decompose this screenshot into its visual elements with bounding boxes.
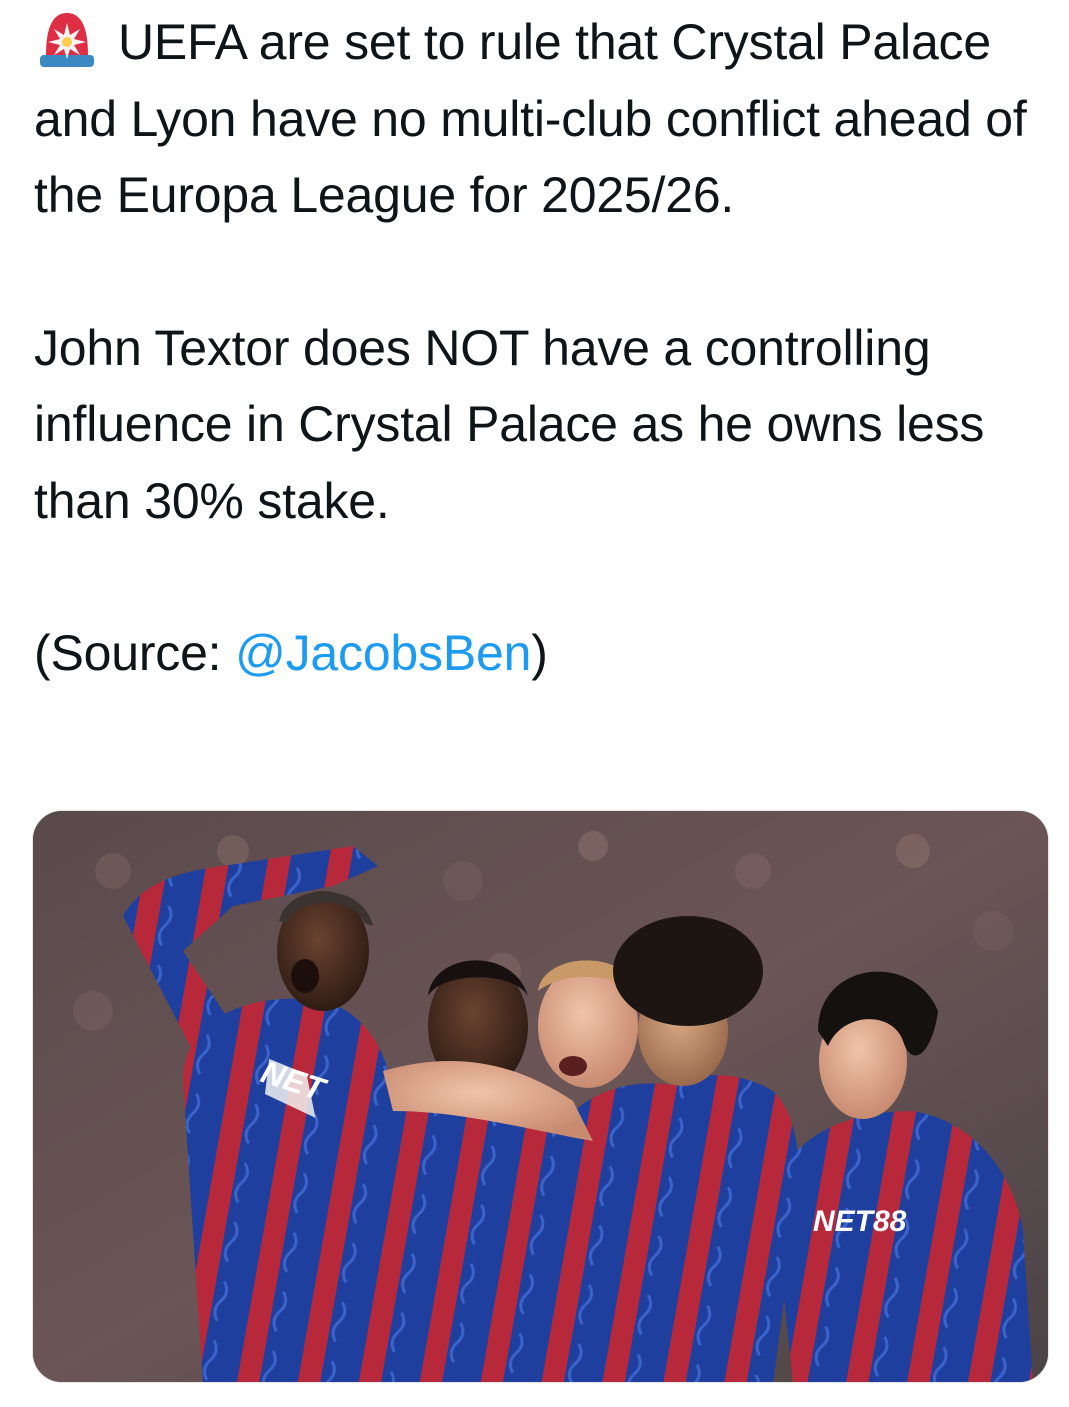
tweet-line-1: UEFA are set to rule that Crystal Palace…	[34, 14, 1027, 223]
tweet-paragraph-2: John Textor does NOT have a controlling …	[34, 319, 985, 529]
source-suffix: )	[531, 625, 548, 681]
tweet-paragraph-3: (Source: @JacobsBen)	[34, 615, 1044, 692]
mention-link[interactable]: @JacobsBen	[235, 625, 531, 681]
source-prefix: (Source:	[34, 625, 236, 681]
tweet-paragraph-1: UEFA are set to rule that Crystal Palace…	[34, 4, 1044, 234]
players-celebrating-photo: NET NET88	[33, 811, 1048, 1382]
sponsor-net88: NET88	[813, 1205, 907, 1238]
police-car-light-icon	[40, 13, 94, 67]
tweet-photo[interactable]: NET NET88	[32, 810, 1049, 1383]
tweet-text: UEFA are set to rule that Crystal Palace…	[34, 4, 1044, 692]
